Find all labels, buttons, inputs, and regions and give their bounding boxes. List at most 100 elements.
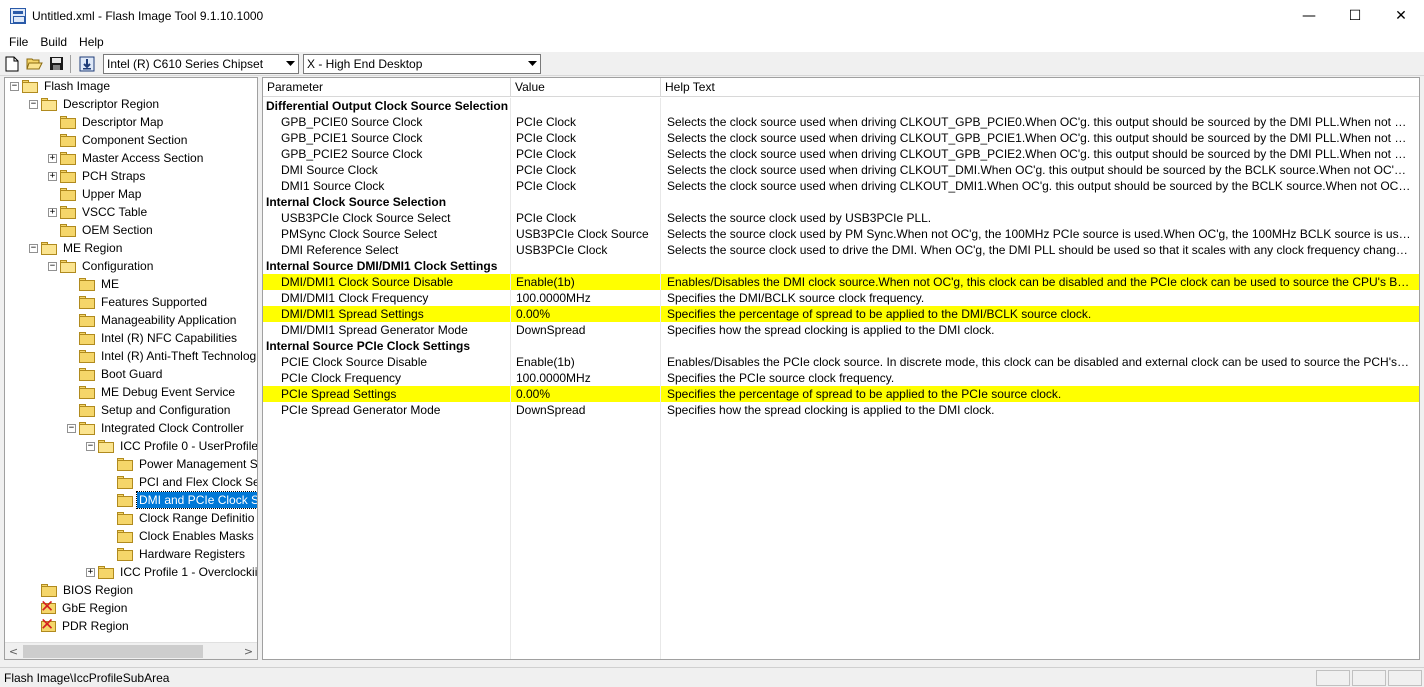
table-row[interactable]: DMI/DMI1 Clock Frequency 100.0000MHz Speci… (263, 290, 1419, 306)
parameter-grid[interactable]: Parameter Value Help Text Differential O… (262, 77, 1420, 660)
close-button[interactable]: ✕ (1378, 0, 1424, 32)
tree-node[interactable]: OEM Section (48, 221, 155, 239)
value-cell[interactable]: Enable(1b) (511, 274, 661, 290)
tree-node[interactable]: − ME Region (29, 239, 124, 257)
tree-node[interactable]: Intel (R) NFC Capabilities (67, 329, 239, 347)
collapse-icon[interactable]: − (29, 243, 38, 253)
build-image-button[interactable] (77, 54, 97, 74)
tree-node[interactable]: Hardware Registers (105, 545, 247, 563)
table-row[interactable]: GPB_PCIE1 Source Clock PCIe Clock Selects … (263, 130, 1419, 146)
table-row[interactable]: DMI/DMI1 Spread Settings 0.00% Specifies t… (263, 306, 1419, 322)
value-cell[interactable]: 0.00% (511, 306, 661, 322)
expand-icon[interactable]: + (48, 153, 57, 163)
scroll-right-button[interactable]: > (240, 643, 257, 659)
chevron-down-icon[interactable] (282, 55, 298, 73)
tree-node[interactable]: − Descriptor Region (29, 95, 161, 113)
table-row[interactable]: DMI1 Source Clock PCIe Clock Selects the c… (263, 178, 1419, 194)
table-row[interactable]: DMI Source Clock PCIe Clock Selects the cl… (263, 162, 1419, 178)
tree-node[interactable]: ME Debug Event Service (67, 383, 237, 401)
value-cell[interactable]: 100.0000MHz (511, 370, 661, 386)
tree-node[interactable]: − Integrated Clock Controller (67, 419, 246, 437)
region-tree[interactable]: − Flash Image − Descriptor Region Descriptor… (4, 77, 258, 660)
value-cell[interactable]: 0.00% (511, 386, 661, 402)
table-row[interactable]: DMI/DMI1 Spread Generator Mode DownSpread… (263, 322, 1419, 338)
grid-section-row[interactable]: Internal Clock Source Selection (263, 194, 1419, 210)
collapse-icon[interactable]: − (67, 423, 76, 433)
new-file-button[interactable] (2, 54, 22, 74)
value-cell[interactable]: PCIe Clock (511, 146, 661, 162)
value-cell[interactable]: 100.0000MHz (511, 290, 661, 306)
tree-node[interactable]: Descriptor Map (48, 113, 165, 131)
section-title: Internal Clock Source Selection (266, 195, 447, 209)
table-row[interactable]: GPB_PCIE2 Source Clock PCIe Clock Selects … (263, 146, 1419, 162)
expand-icon[interactable]: + (48, 207, 57, 217)
scroll-thumb[interactable] (23, 645, 203, 658)
tree-node[interactable]: − Configuration (48, 257, 155, 275)
collapse-icon[interactable]: − (10, 81, 19, 91)
save-button[interactable] (46, 54, 66, 74)
tree-node[interactable]: Features Supported (67, 293, 209, 311)
tree-node[interactable]: DMI and PCIe Clock S (105, 491, 257, 509)
table-row[interactable]: PCIe Spread Generator Mode DownSpread Spec… (263, 402, 1419, 418)
value-cell[interactable]: USB3PCIe Clock (511, 242, 661, 258)
value-cell[interactable]: PCIe Clock (511, 162, 661, 178)
tree-node[interactable]: Boot Guard (67, 365, 164, 383)
table-row[interactable]: DMI/DMI1 Clock Source Disable Enable(1b) E… (263, 274, 1419, 290)
collapse-icon[interactable]: − (29, 99, 38, 109)
collapse-icon[interactable]: − (86, 441, 95, 451)
tree-node[interactable]: + VSCC Table (48, 203, 149, 221)
tree-node[interactable]: + Master Access Section (48, 149, 205, 167)
menu-file[interactable]: File (0, 35, 34, 49)
value-cell[interactable]: PCIe Clock (511, 114, 661, 130)
table-row[interactable]: GPB_PCIE0 Source Clock PCIe Clock Selects … (263, 114, 1419, 130)
tree-node[interactable]: Clock Range Definitio (105, 509, 256, 527)
scroll-left-button[interactable]: < (5, 643, 22, 659)
tree-node[interactable]: Component Section (48, 131, 189, 149)
table-row[interactable]: PMSync Clock Source Select USB3PCIe Clock… (263, 226, 1419, 242)
value-cell[interactable]: PCIe Clock (511, 210, 661, 226)
value-cell[interactable]: Enable(1b) (511, 354, 661, 370)
folder-icon (60, 133, 77, 147)
grid-section-row[interactable]: Internal Source DMI/DMI1 Clock Settings (263, 258, 1419, 274)
tree-node[interactable]: − Flash Image (10, 78, 112, 95)
tree-node[interactable]: Power Management S (105, 455, 257, 473)
tree-node[interactable]: ME (67, 275, 121, 293)
grid-section-row[interactable]: Differential Output Clock Source Selecti… (263, 98, 1419, 114)
value-cell[interactable]: USB3PCIe Clock Source (511, 226, 661, 242)
tree-node[interactable]: PCI and Flex Clock Set (105, 473, 257, 491)
minimize-button[interactable]: — (1286, 0, 1332, 32)
value-cell[interactable]: DownSpread (511, 322, 661, 338)
tree-node[interactable]: Clock Enables Masks (105, 527, 256, 545)
tree-node[interactable]: Upper Map (48, 185, 143, 203)
table-row[interactable]: PCIE Clock Source Disable Enable(1b) Enabl… (263, 354, 1419, 370)
chevron-down-icon[interactable] (524, 55, 540, 73)
value-cell[interactable]: PCIe Clock (511, 130, 661, 146)
tree-node[interactable]: Setup and Configuration (67, 401, 232, 419)
expand-icon[interactable]: + (48, 171, 57, 181)
table-row[interactable]: DMI Reference Select USB3PCIe Clock Select… (263, 242, 1419, 258)
table-row[interactable]: USB3PCIe Clock Source Select PCIe Clock Se… (263, 210, 1419, 226)
tree-node[interactable]: Manageability Application (67, 311, 238, 329)
tree-node[interactable]: ✕ PDR Region (29, 616, 131, 635)
tree-node[interactable]: − ICC Profile 0 - UserProfile (86, 437, 257, 455)
column-header-help-text[interactable]: Help Text (661, 78, 1419, 97)
tree-node[interactable]: + PCH Straps (48, 167, 147, 185)
grid-section-row[interactable]: Internal Source PCIe Clock Settings (263, 338, 1419, 354)
tree-node[interactable]: + ICC Profile 1 - Overclockii (86, 563, 257, 581)
table-row[interactable]: PCIe Clock Frequency 100.0000MHz Specifies… (263, 370, 1419, 386)
table-row[interactable]: PCIe Spread Settings 0.00% Specifies the p… (263, 386, 1419, 402)
tree-horizontal-scrollbar[interactable]: < > (5, 642, 257, 659)
value-cell[interactable]: PCIe Clock (511, 178, 661, 194)
collapse-icon[interactable]: − (48, 261, 57, 271)
menu-help[interactable]: Help (73, 35, 110, 49)
expand-icon[interactable]: + (86, 567, 95, 577)
sku-select[interactable]: X - High End Desktop (303, 53, 541, 74)
column-header-value[interactable]: Value (511, 78, 661, 97)
menu-build[interactable]: Build (34, 35, 73, 49)
open-file-button[interactable] (24, 54, 44, 74)
column-header-parameter[interactable]: Parameter (263, 78, 511, 97)
value-cell[interactable]: DownSpread (511, 402, 661, 418)
chipset-select[interactable]: Intel (R) C610 Series Chipset (103, 53, 299, 74)
maximize-button[interactable]: ☐ (1332, 0, 1378, 32)
tree-node[interactable]: Intel (R) Anti-Theft Technolog (67, 347, 257, 365)
